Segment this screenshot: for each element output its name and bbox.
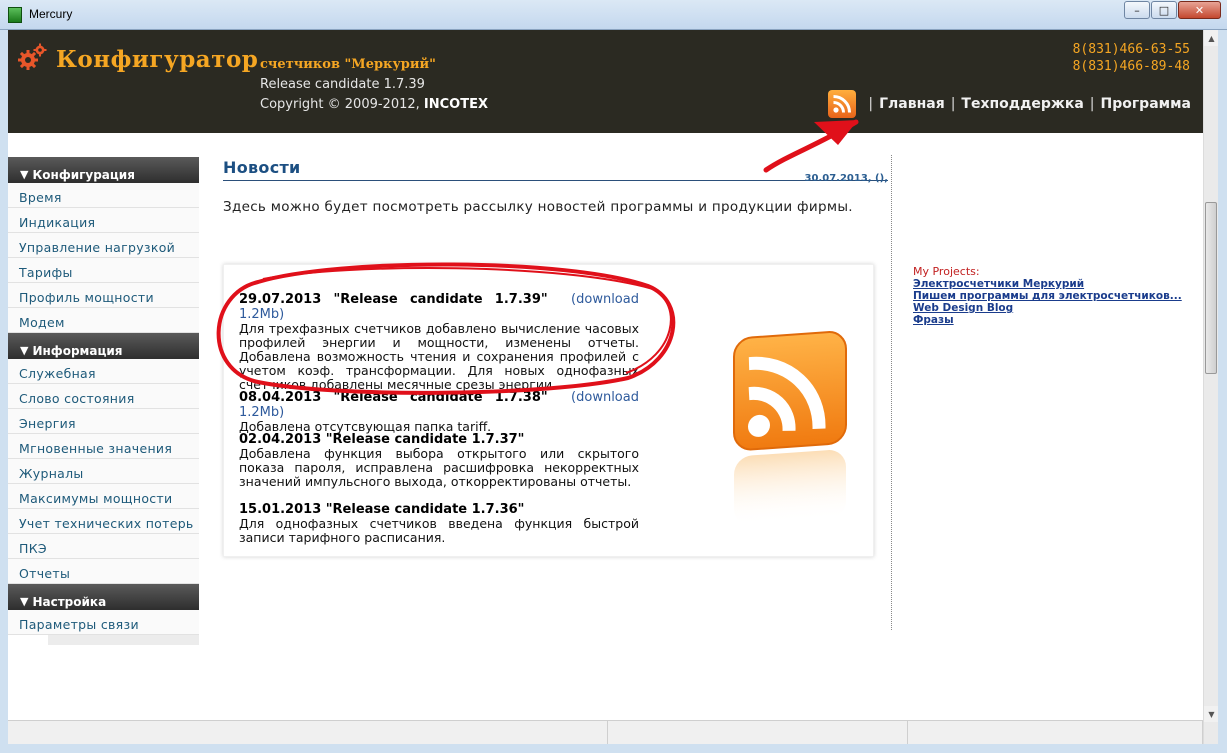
scroll-down-icon[interactable]: ▼ (1204, 706, 1218, 722)
sidebar-item-instant-values[interactable]: Мгновенные значения (8, 434, 199, 459)
news-heading: 08.04.2013 "Release candidate 1.7.38" (239, 390, 548, 405)
phone-1: 8(831)466-63-55 (1072, 42, 1190, 57)
project-link[interactable]: Web Design Blog (913, 302, 1182, 314)
status-bar (8, 720, 1203, 744)
release-label: Release candidate 1.7.39 (260, 77, 425, 92)
news-item: 29.07.2013 "Release candidate 1.7.39" (d… (239, 292, 639, 392)
sidebar-item-service[interactable]: Служебная (8, 359, 199, 384)
news-item: 15.01.2013 "Release candidate 1.7.36" Дл… (239, 502, 639, 545)
sidebar-item-pke[interactable]: ПКЭ (8, 534, 199, 559)
window-title: Mercury (29, 7, 73, 21)
minimize-button[interactable]: – (1124, 1, 1150, 19)
rss-icon[interactable] (828, 90, 857, 118)
client-area: Конфигуратор счетчиков "Меркурий" Releas… (8, 30, 1218, 744)
column-divider (891, 155, 892, 630)
rss-large-icon (733, 331, 847, 526)
status-cell (908, 721, 1203, 744)
sidebar-footer (48, 635, 199, 645)
sidebar-section-info[interactable]: ▼ Информация (8, 333, 199, 359)
site-header: Конфигуратор счетчиков "Меркурий" Releas… (8, 30, 1203, 133)
title-divider (223, 180, 888, 181)
triangle-down-icon: ▼ (20, 595, 29, 608)
copyright-company: INCOTEX (423, 97, 489, 112)
scrollbar-thumb[interactable] (1205, 202, 1217, 374)
scroll-up-icon[interactable]: ▲ (1204, 30, 1218, 46)
news-heading: 02.04.2013 "Release candidate 1.7.37" (239, 432, 525, 447)
sidebar-item-status-word[interactable]: Слово состояния (8, 384, 199, 409)
section-title: Настройка (32, 594, 107, 609)
news-section: Новости 30.07.2013, (), Здесь можно буде… (223, 158, 888, 215)
brand-subtitle: счетчиков "Меркурий" (260, 57, 436, 72)
triangle-down-icon: ▼ (20, 344, 29, 357)
nav-support[interactable]: Техподдержка (961, 96, 1083, 112)
news-item: 02.04.2013 "Release candidate 1.7.37" До… (239, 432, 639, 489)
nav-program[interactable]: Программа (1101, 96, 1191, 112)
copyright-text: Copyright © 2009-2012, (260, 97, 424, 112)
nav-separator: | (1089, 96, 1095, 112)
sidebar: ▼ Конфигурация Время Индикация Управление… (8, 157, 199, 645)
copyright: Copyright © 2009-2012, INCOTEX (260, 97, 488, 112)
news-panel: 29.07.2013 "Release candidate 1.7.39" (d… (223, 264, 874, 557)
news-intro: Здесь можно будет посмотреть рассылку но… (223, 199, 853, 215)
vertical-scrollbar[interactable]: ▲ ▼ (1203, 30, 1218, 744)
projects-title: My Projects: (913, 265, 980, 278)
nav-separator: | (950, 96, 956, 112)
news-item: 08.04.2013 "Release candidate 1.7.38" (d… (239, 390, 639, 434)
triangle-down-icon: ▼ (20, 168, 29, 181)
maximize-button[interactable]: □ (1151, 1, 1177, 19)
close-button[interactable]: ✕ (1178, 1, 1221, 19)
news-heading: 29.07.2013 "Release candidate 1.7.39" (239, 292, 548, 307)
sidebar-item-tech-losses[interactable]: Учет технических потерь (8, 509, 199, 534)
sidebar-item-load-control[interactable]: Управление нагрузкой (8, 233, 199, 258)
brand-title: Конфигуратор (56, 46, 259, 73)
section-title: Конфигурация (32, 167, 135, 182)
phone-2: 8(831)466-89-48 (1072, 59, 1190, 74)
sidebar-item-energy[interactable]: Энергия (8, 409, 199, 434)
news-text: Добавлена функция выбора открытого или с… (239, 446, 639, 489)
gear-icon (18, 43, 47, 70)
news-date: 30.07.2013, (), (804, 173, 888, 184)
status-cell (8, 721, 608, 744)
project-link[interactable]: Пишем программы для электросчетчиков... (913, 290, 1182, 302)
app-icon (8, 7, 22, 23)
sidebar-section-config[interactable]: ▼ Конфигурация (8, 157, 199, 183)
nav-home[interactable]: Главная (879, 96, 945, 112)
sidebar-item-logs[interactable]: Журналы (8, 459, 199, 484)
sidebar-item-tariffs[interactable]: Тарифы (8, 258, 199, 283)
project-link[interactable]: Фразы (913, 314, 1182, 326)
news-text: Для однофазных счетчиков введена функция… (239, 516, 639, 545)
project-link[interactable]: Электросчетчики Меркурий (913, 278, 1182, 290)
nav-separator: | (868, 96, 874, 112)
top-nav: | Главная | Техподдержка | Программа (828, 90, 1191, 118)
sidebar-item-connection[interactable]: Параметры связи (8, 610, 199, 635)
sidebar-item-indication[interactable]: Индикация (8, 208, 199, 233)
projects-panel: My Projects: Электросчетчики Меркурий Пи… (913, 265, 1182, 326)
news-text: Для трехфазных счетчиков добавлено вычис… (239, 321, 639, 392)
sidebar-section-settings[interactable]: ▼ Настройка (8, 584, 199, 610)
phones: 8(831)466-63-55 8(831)466-89-48 (1073, 41, 1190, 75)
news-heading: 15.01.2013 "Release candidate 1.7.36" (239, 502, 525, 517)
sidebar-item-power-max[interactable]: Максимумы мощности (8, 484, 199, 509)
window-titlebar[interactable]: Mercury – □ ✕ (0, 0, 1227, 30)
page-title: Новости (223, 158, 301, 177)
sidebar-item-reports[interactable]: Отчеты (8, 559, 199, 584)
sidebar-item-time[interactable]: Время (8, 183, 199, 208)
sidebar-item-modem[interactable]: Модем (8, 308, 199, 333)
section-title: Информация (32, 343, 123, 358)
status-cell (608, 721, 908, 744)
sidebar-item-power-profile[interactable]: Профиль мощности (8, 283, 199, 308)
